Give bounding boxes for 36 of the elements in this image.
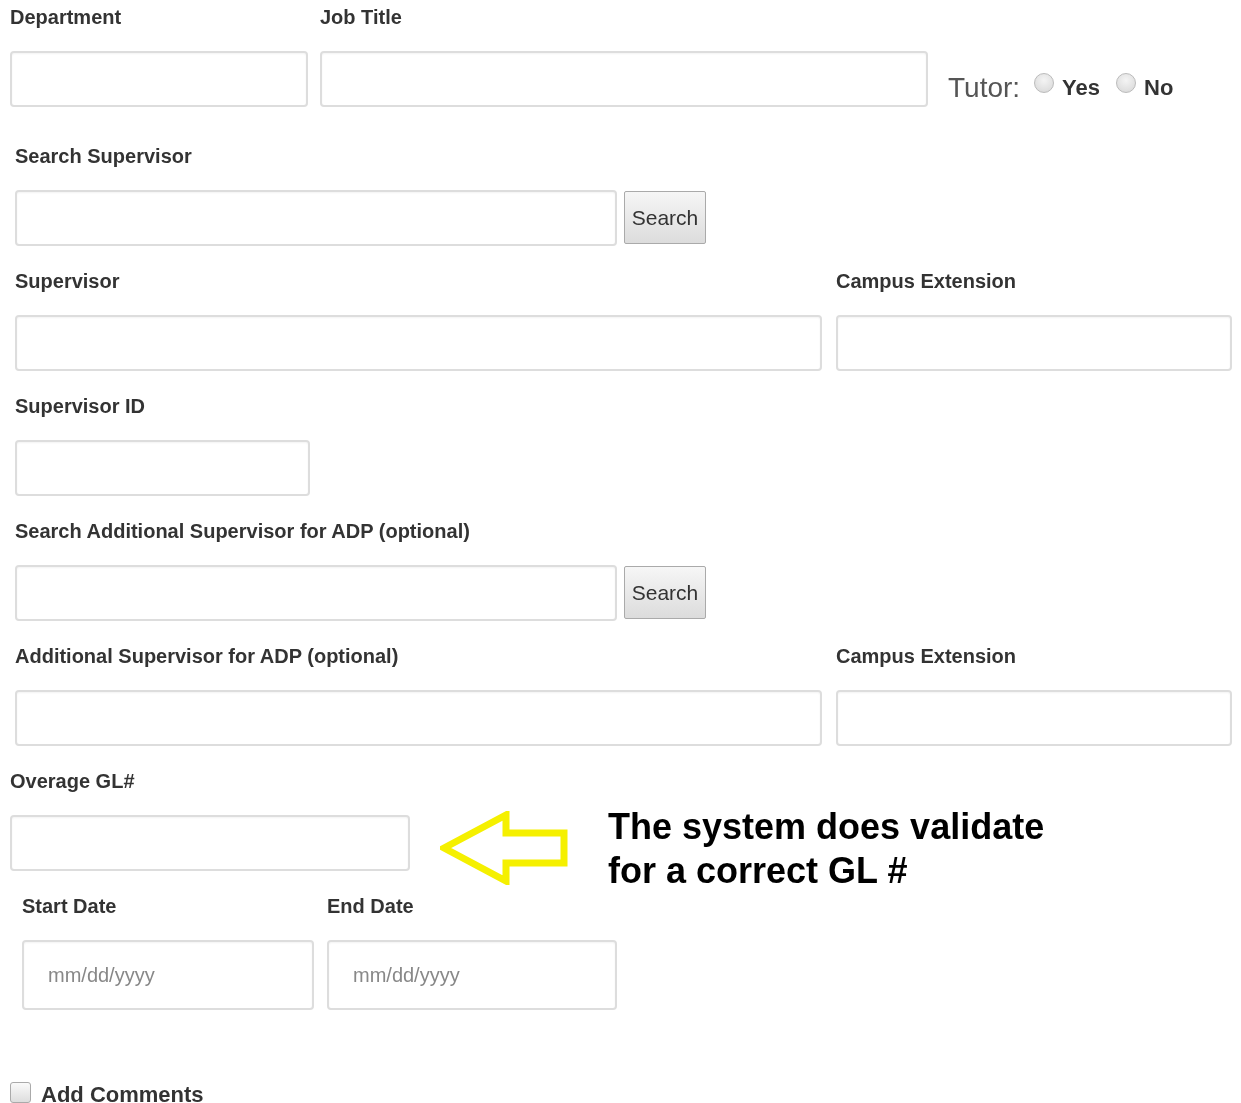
field-label: Supervisor ID [15,394,147,418]
input-field[interactable] [15,315,822,371]
input-field[interactable] [836,690,1232,746]
arrow-icon [440,811,570,885]
checkbox-label: Add Comments [41,1082,204,1103]
radio-button[interactable] [1034,73,1055,93]
radio-button[interactable] [1116,73,1137,93]
input-field[interactable] [10,815,410,871]
field-label: Start Date [22,894,118,918]
tutor-label: Tutor: [948,72,1021,104]
checkbox[interactable] [10,1081,31,1103]
search-button[interactable]: Search [624,191,706,244]
field-label: Additional Supervisor for ADP (optional) [15,644,400,668]
input-field[interactable] [320,51,928,107]
radio-label: Yes [1062,75,1101,101]
field-label: Search Supervisor [15,144,193,168]
search-button[interactable]: Search [624,566,706,619]
field-label: Overage GL# [10,769,136,793]
field-label: Department [10,5,123,29]
input-field[interactable]: mm/dd/yyyy [22,940,314,1010]
field-label: Search Additional Supervisor for ADP (optional) [15,519,471,543]
annotation-text: The system does validate [608,805,1045,849]
input-field[interactable] [15,565,617,621]
input-field[interactable] [15,690,822,746]
field-label: Campus Extension [836,269,1018,293]
radio-label: No [1144,75,1174,101]
input-field[interactable] [836,315,1232,371]
field-label: Supervisor [15,269,121,293]
input-field[interactable] [15,440,310,496]
input-field[interactable] [15,190,617,246]
annotation-text: for a correct GL # [608,849,909,893]
field-label: End Date [327,894,415,918]
input-field[interactable] [10,51,308,107]
field-label: Job Title [320,5,403,29]
field-label: Campus Extension [836,644,1018,668]
input-field[interactable]: mm/dd/yyyy [327,940,617,1010]
